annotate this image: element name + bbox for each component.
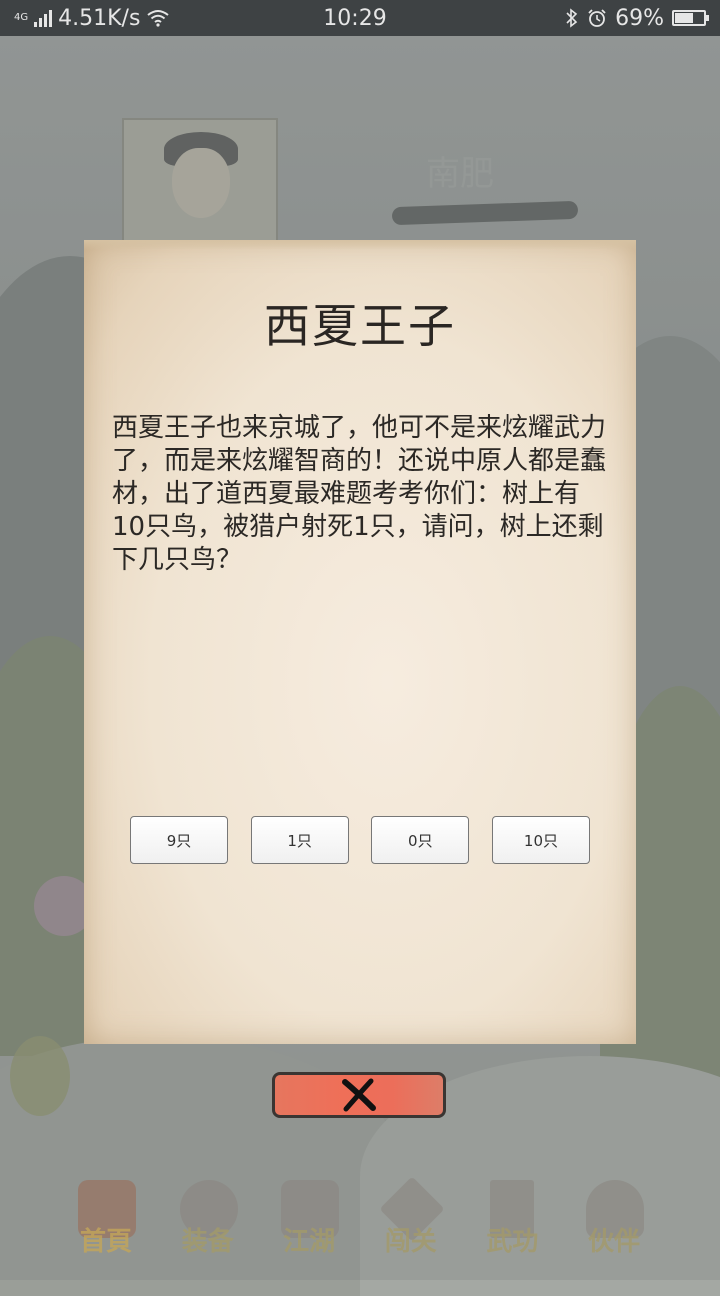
status-bar: 4G 4.51K/s 10:29 69%	[0, 0, 720, 36]
bottom-navigation: 首頁 装备 江湖 闯关 武功 伙伴	[60, 1172, 660, 1262]
question-text: 西夏王子也来京城了，他可不是来炫耀武力了，而是来炫耀智商的！还说中原人都是蠢材，…	[112, 413, 607, 575]
close-x-icon	[342, 1078, 376, 1112]
nav-item-partners[interactable]: 伙伴	[568, 1174, 660, 1262]
nav-label: 武功	[486, 1227, 539, 1257]
nav-label: 伙伴	[587, 1227, 640, 1257]
network-speed: 4.51K/s	[58, 5, 141, 31]
nav-item-martial-arts[interactable]: 武功	[466, 1174, 558, 1262]
answer-button-1[interactable]: 9只	[130, 816, 228, 864]
bluetooth-icon	[566, 8, 578, 28]
close-button[interactable]	[272, 1072, 446, 1118]
question-dialog: 西夏王子 西夏王子也来京城了，他可不是来炫耀武力了，而是来炫耀智商的！还说中原人…	[84, 240, 636, 1044]
battery-icon	[672, 10, 709, 26]
answer-options: 9只 1只 0只 10只	[130, 816, 590, 864]
clock: 10:29	[323, 5, 387, 31]
wifi-icon	[147, 10, 170, 27]
answer-button-4[interactable]: 10只	[491, 816, 590, 864]
alarm-icon	[588, 9, 606, 27]
nav-item-home[interactable]: 首頁	[60, 1174, 152, 1262]
nav-label: 江湖	[283, 1227, 336, 1257]
dialog-title: 西夏王子	[264, 299, 456, 353]
battery-percent: 69%	[615, 5, 664, 31]
status-right: 69%	[476, 5, 709, 31]
answer-button-3[interactable]: 0只	[371, 816, 470, 864]
nav-label: 装备	[181, 1227, 234, 1257]
nav-label: 首頁	[79, 1227, 132, 1257]
signal-icon	[34, 9, 53, 27]
nav-label: 闯关	[384, 1227, 437, 1257]
nav-item-jianghu[interactable]: 江湖	[263, 1174, 355, 1262]
nav-item-challenge[interactable]: 闯关	[365, 1174, 457, 1262]
nav-item-equipment[interactable]: 装备	[162, 1174, 254, 1262]
network-type: 4G	[14, 12, 29, 23]
answer-button-2[interactable]: 1只	[250, 816, 349, 864]
